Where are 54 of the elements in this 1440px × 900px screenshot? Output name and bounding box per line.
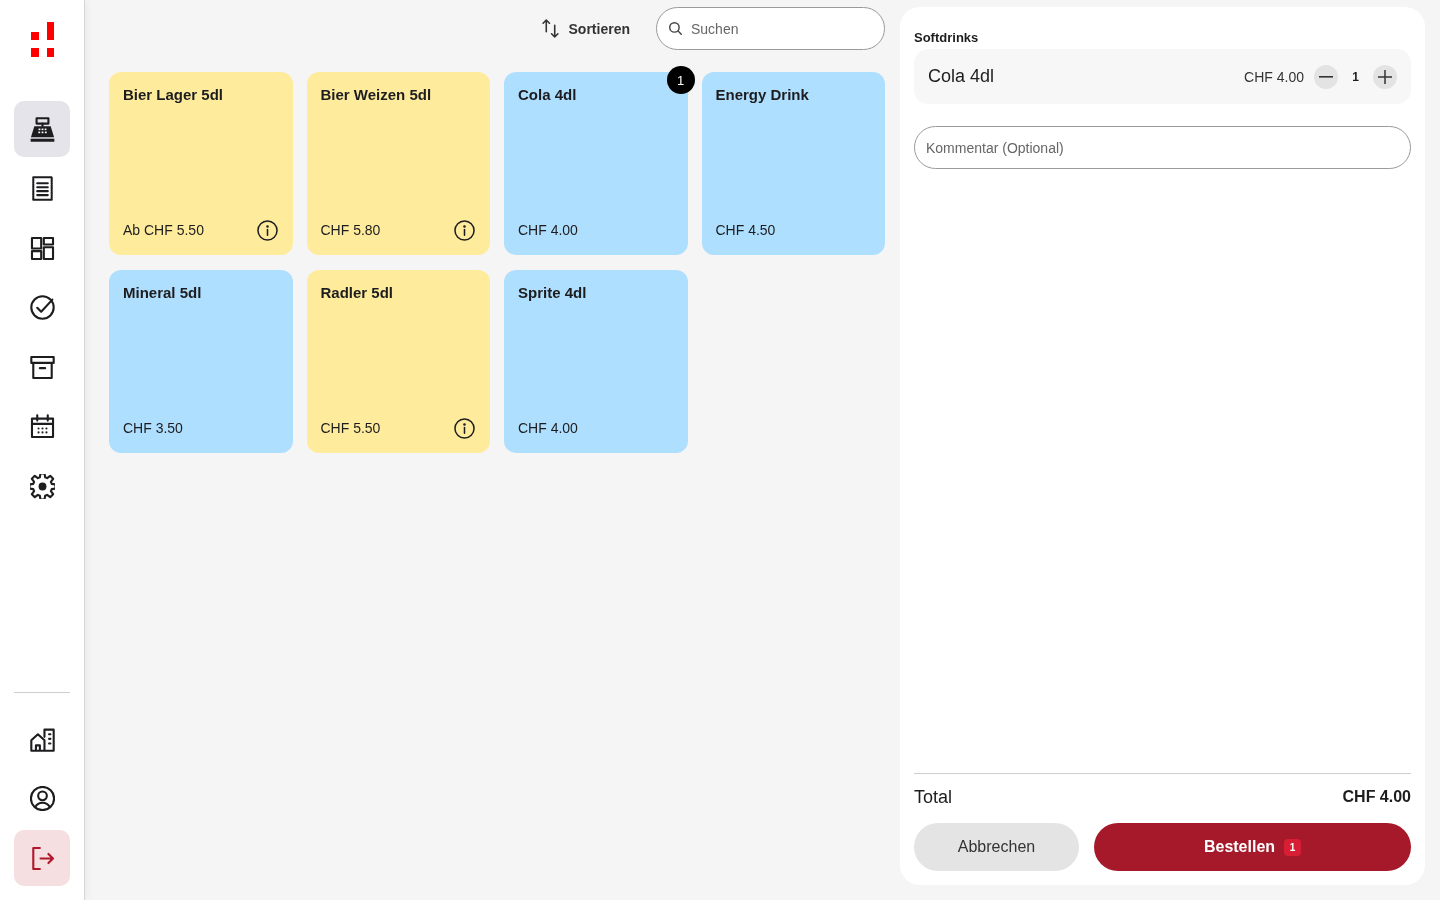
product-name: Bier Weizen 5dl xyxy=(320,85,433,105)
cancel-button[interactable]: Abbrechen xyxy=(914,823,1079,871)
logout-icon xyxy=(29,845,55,871)
buildings-icon xyxy=(29,726,55,752)
nav-item[interactable] xyxy=(14,830,70,886)
order-item-name: Cola 4dl xyxy=(928,66,995,87)
product-price: CHF 4.50 xyxy=(715,222,776,238)
total-label: Total xyxy=(914,786,953,808)
product-card[interactable]: Sprite 4dl CHF 4.00 xyxy=(504,270,688,453)
quantity-value: 1 xyxy=(1351,69,1360,84)
calendar-icon xyxy=(29,414,55,439)
search-field[interactable]: Suchen xyxy=(656,7,885,50)
dashboard-icon xyxy=(29,235,55,261)
count-badge: 1 xyxy=(1284,838,1302,856)
product-name: Cola 4dl xyxy=(518,85,578,105)
archive-box-icon xyxy=(29,354,55,380)
product-name: Energy Drink xyxy=(715,85,810,105)
sort-button[interactable]: Sortieren xyxy=(541,19,630,38)
check-circle-icon xyxy=(29,295,55,320)
info-icon[interactable] xyxy=(454,417,475,439)
total-value: CHF 4.00 xyxy=(1342,788,1411,806)
comment-field[interactable]: Kommentar (Optional) xyxy=(914,126,1411,169)
product-name: Bier Lager 5dl xyxy=(123,85,225,105)
gear-icon xyxy=(29,473,55,499)
order-item-price: CHF 4.00 xyxy=(1244,68,1304,85)
search-icon xyxy=(669,22,682,35)
product-price: CHF 4.00 xyxy=(518,222,578,238)
product-name: Mineral 5dl xyxy=(123,283,203,303)
decrease-button[interactable] xyxy=(1314,64,1338,89)
product-price: CHF 3.50 xyxy=(123,420,183,436)
product-card[interactable]: Bier Lager 5dl Ab CHF 5.50 xyxy=(109,72,293,255)
product-card[interactable]: Mineral 5dl CHF 3.50 xyxy=(109,270,293,453)
count-badge: 1 xyxy=(666,66,695,94)
nav-item[interactable] xyxy=(14,101,70,157)
cash-register-icon xyxy=(29,116,55,142)
info-icon[interactable] xyxy=(256,219,278,241)
product-price: CHF 5.50 xyxy=(320,420,381,436)
product-name: Sprite 4dl xyxy=(518,283,588,303)
product-card[interactable]: Radler 5dl CHF 5.50 xyxy=(306,270,490,453)
info-icon[interactable] xyxy=(454,219,475,241)
category-heading: Softdrinks xyxy=(914,30,979,46)
minus-icon xyxy=(1319,75,1333,78)
receipt-icon xyxy=(29,176,55,201)
order-button[interactable]: Bestellen 1 xyxy=(1094,823,1411,871)
product-price: CHF 5.80 xyxy=(320,222,381,238)
product-price: Ab CHF 5.50 xyxy=(123,222,204,238)
sort-arrows-icon xyxy=(541,19,559,38)
product-card[interactable]: Energy Drink CHF 4.50 xyxy=(701,72,885,255)
product-price: CHF 4.00 xyxy=(518,420,578,436)
increase-button[interactable] xyxy=(1373,64,1397,89)
product-card[interactable]: Bier Weizen 5dl CHF 5.80 xyxy=(306,72,490,255)
logo-icon xyxy=(31,22,54,57)
product-name: Radler 5dl xyxy=(320,283,395,303)
plus-icon xyxy=(1378,69,1392,84)
